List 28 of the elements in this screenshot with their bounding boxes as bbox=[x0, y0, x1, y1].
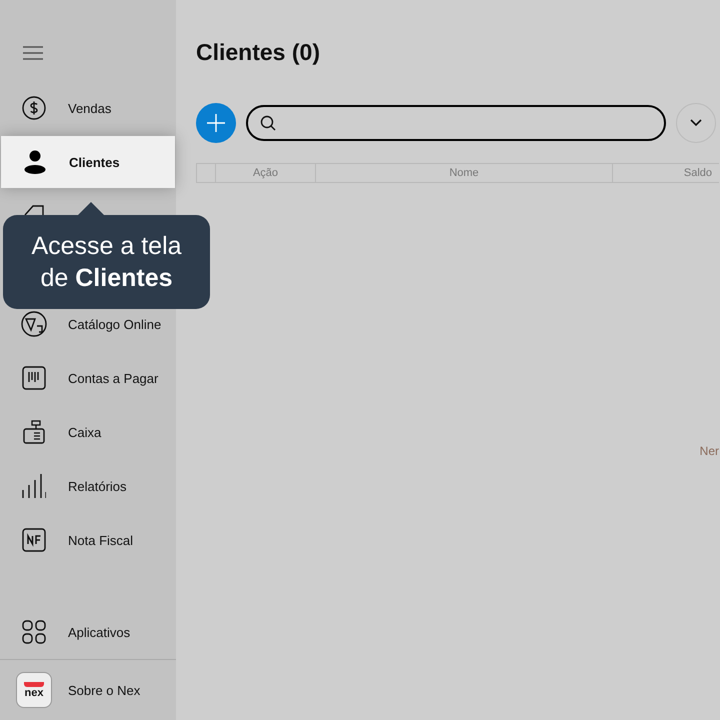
nav-item[interactable]: Relatórios bbox=[0, 459, 176, 513]
tooltip: Acesse a tela de Clientes bbox=[3, 215, 210, 309]
bar-chart-icon bbox=[22, 474, 46, 498]
nav-item[interactable]: Clientes bbox=[1, 136, 175, 188]
nav-item[interactable]: Vendas bbox=[0, 81, 176, 135]
chevron-down-icon bbox=[690, 119, 702, 127]
empty-message: Ner bbox=[700, 444, 719, 458]
search-icon bbox=[260, 115, 276, 131]
nav-item[interactable]: nex Sobre o Nex bbox=[0, 659, 176, 720]
nav-item[interactable]: Contas a Pagar bbox=[0, 351, 176, 405]
add-button[interactable] bbox=[196, 103, 236, 143]
menu-icon[interactable] bbox=[23, 46, 43, 60]
search-field[interactable] bbox=[246, 105, 666, 141]
tooltip-arrow bbox=[78, 202, 104, 215]
tag-icon bbox=[24, 205, 44, 215]
app-logo: nex bbox=[16, 672, 52, 708]
cash-register-icon bbox=[22, 420, 46, 444]
nav-item[interactable]: Nota Fiscal bbox=[0, 513, 176, 567]
barcode-icon bbox=[22, 366, 46, 390]
apps-grid-icon bbox=[22, 620, 46, 644]
dollar-icon bbox=[22, 96, 46, 120]
plus-icon bbox=[207, 114, 225, 132]
nav-item[interactable]: Caixa bbox=[0, 405, 176, 459]
nav-item[interactable]: Aplicativos bbox=[0, 605, 176, 659]
catalog-icon bbox=[21, 311, 47, 337]
person-icon bbox=[24, 150, 46, 174]
page-title: Clientes (0) bbox=[196, 38, 321, 67]
document-icon bbox=[22, 528, 46, 552]
